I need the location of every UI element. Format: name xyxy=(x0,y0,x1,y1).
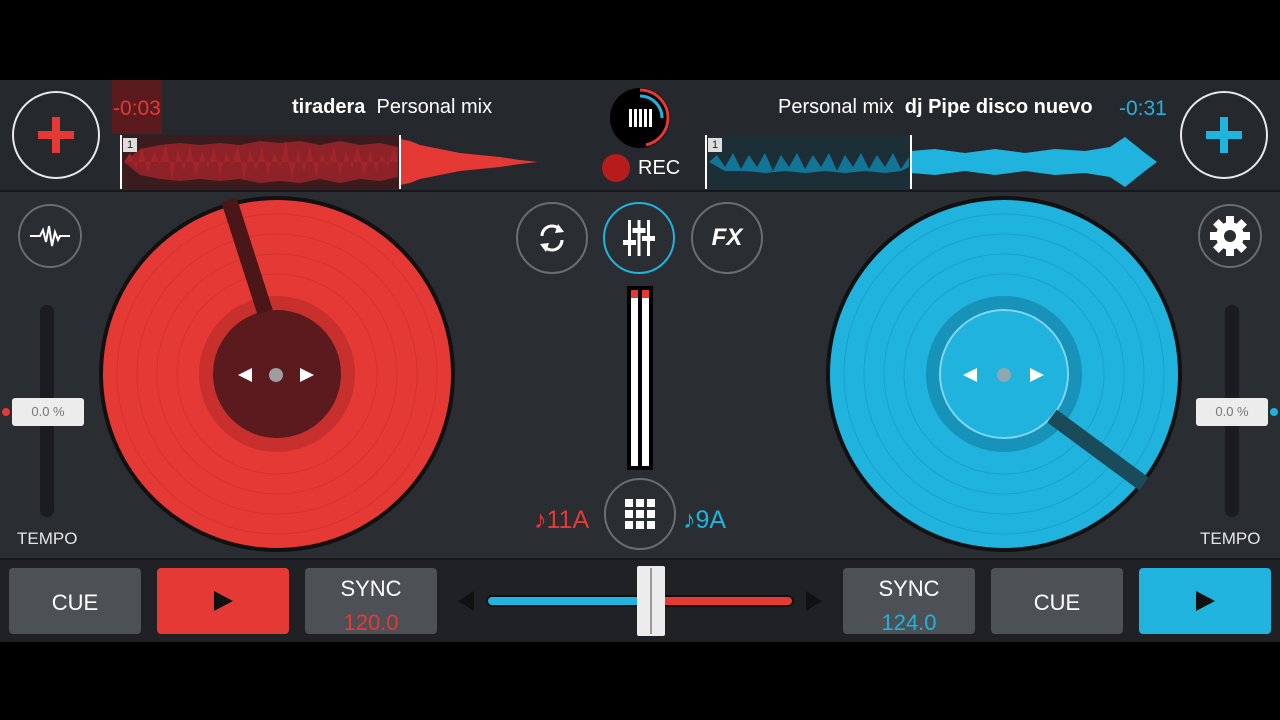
right-sync-label: SYNC xyxy=(878,576,940,601)
right-waveform-marker: 1 xyxy=(708,138,722,152)
right-tempo-label: TEMPO xyxy=(1200,529,1261,548)
plus-icon xyxy=(38,117,74,153)
left-cue-button[interactable]: CUE xyxy=(9,568,141,634)
crossfader-track-right xyxy=(660,595,794,607)
right-tempo-handle[interactable]: 0.0 % xyxy=(1196,398,1268,426)
dj-app: -0:03 tiradera Personal mix 1 REC Person… xyxy=(0,80,1280,642)
crossfader-right-arrow-icon[interactable] xyxy=(804,590,824,612)
settings-button[interactable] xyxy=(1198,204,1262,268)
right-bpm: 124.0 xyxy=(881,610,937,635)
right-turntable[interactable] xyxy=(824,194,1184,554)
left-tempo-label: TEMPO xyxy=(17,529,78,548)
waveform-icon xyxy=(30,225,70,247)
fx-button[interactable]: FX xyxy=(691,202,763,274)
left-track-title: tiradera Personal mix xyxy=(292,96,492,119)
right-waveform[interactable] xyxy=(705,135,1160,189)
header: -0:03 tiradera Personal mix 1 REC Person… xyxy=(0,80,1280,192)
crossfader-handle[interactable] xyxy=(637,566,665,636)
left-waveform[interactable] xyxy=(120,135,540,189)
crossfader-left-arrow-icon[interactable] xyxy=(456,590,476,612)
left-cue-label: CUE xyxy=(51,590,99,615)
app-logo-icon[interactable] xyxy=(608,86,672,150)
crossfader-track-left xyxy=(486,595,642,607)
fx-label: FX xyxy=(711,224,743,251)
grid-icon xyxy=(625,499,655,529)
right-key-label: ♪9A xyxy=(683,506,727,534)
waveform-view-button[interactable] xyxy=(18,204,82,268)
loop-icon xyxy=(540,224,564,252)
crossfader-handle-line xyxy=(650,568,652,634)
right-track-title: Personal mix dj Pipe disco nuevo xyxy=(778,96,1093,119)
left-bpm: 120.0 xyxy=(343,610,399,635)
play-icon xyxy=(214,591,233,611)
right-tempo-indicator xyxy=(1270,408,1278,416)
left-key-label: ♪11A xyxy=(534,506,590,534)
add-track-right-button[interactable] xyxy=(1180,91,1268,179)
record-label: REC xyxy=(638,157,681,179)
left-time: -0:03 xyxy=(113,97,161,120)
left-tempo-indicator xyxy=(2,408,10,416)
pads-button[interactable] xyxy=(604,478,676,550)
left-tempo-handle[interactable]: 0.0 % xyxy=(12,398,84,426)
left-track-name: tiradera xyxy=(292,96,366,118)
loop-button[interactable] xyxy=(516,202,588,274)
right-cue-label: CUE xyxy=(1033,590,1081,615)
add-track-left-button[interactable] xyxy=(12,91,100,179)
record-dot-icon xyxy=(602,154,630,182)
right-time: -0:31 xyxy=(1119,97,1167,120)
left-sync-label: SYNC xyxy=(340,576,402,601)
right-sync-button[interactable]: SYNC 124.0 xyxy=(843,568,975,635)
left-track-artist: Personal mix xyxy=(376,96,493,118)
transport-bar: CUE SYNC 120.0 SYNC 124.0 CUE xyxy=(0,558,1280,642)
sliders-icon xyxy=(623,220,655,256)
vu-meter xyxy=(627,286,653,470)
left-waveform-marker: 1 xyxy=(123,138,137,152)
gear-icon xyxy=(1210,216,1250,256)
record-button[interactable]: REC xyxy=(602,154,682,182)
mixer-button[interactable] xyxy=(603,202,675,274)
right-track-name: dj Pipe disco nuevo xyxy=(904,96,1093,118)
left-turntable[interactable] xyxy=(97,194,457,554)
left-sync-button[interactable]: SYNC 120.0 xyxy=(305,568,437,635)
play-icon xyxy=(1196,591,1215,611)
plus-icon xyxy=(1206,117,1242,153)
right-cue-button[interactable]: CUE xyxy=(991,568,1123,634)
right-play-button[interactable] xyxy=(1139,568,1271,634)
right-track-artist: Personal mix xyxy=(778,96,894,118)
left-play-button[interactable] xyxy=(157,568,289,634)
